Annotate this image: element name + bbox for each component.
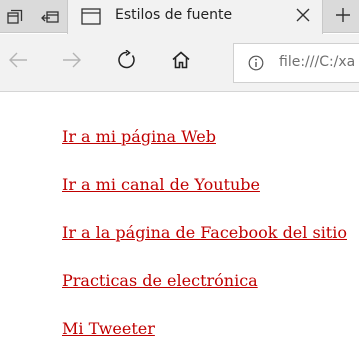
refresh-button[interactable] — [109, 44, 145, 80]
refresh-icon — [117, 49, 137, 74]
navigation-bar: file:///C:/xa — [0, 34, 359, 92]
home-button[interactable] — [163, 44, 199, 80]
link-electronics-practices[interactable]: Practicas de electrónica — [62, 271, 258, 290]
home-icon — [172, 51, 190, 73]
link-tweeter[interactable]: Mi Tweeter — [62, 319, 155, 338]
tab-manager-button[interactable] — [0, 0, 30, 33]
plus-icon — [335, 7, 351, 27]
close-tab-button[interactable] — [292, 5, 314, 27]
set-aside-tabs-button[interactable] — [34, 0, 66, 33]
forward-arrow-icon — [62, 51, 82, 73]
link-facebook-page[interactable]: Ir a la página de Facebook del sitio — [62, 223, 347, 242]
back-arrow-icon — [8, 51, 28, 73]
link-youtube-channel[interactable]: Ir a mi canal de Youtube — [62, 175, 260, 194]
set-aside-tabs-icon — [41, 9, 59, 25]
address-url: file:///C:/xa — [279, 54, 356, 70]
tab-manager-icon — [7, 9, 23, 25]
page-icon — [81, 8, 101, 29]
tab-strip: Estilos de fuente — [0, 0, 359, 34]
address-bar[interactable]: file:///C:/xa — [233, 43, 359, 83]
new-tab-button[interactable] — [327, 0, 359, 33]
link-web-page[interactable]: Ir a mi página Web — [62, 127, 216, 146]
back-button[interactable] — [0, 44, 36, 80]
tab-active[interactable]: Estilos de fuente — [67, 0, 323, 34]
page-content: Ir a mi página Web Ir a mi canal de Yout… — [0, 93, 359, 344]
tab-title: Estilos de fuente — [115, 7, 233, 23]
forward-button[interactable] — [54, 44, 90, 80]
info-icon[interactable] — [248, 55, 264, 75]
close-icon — [296, 7, 310, 26]
